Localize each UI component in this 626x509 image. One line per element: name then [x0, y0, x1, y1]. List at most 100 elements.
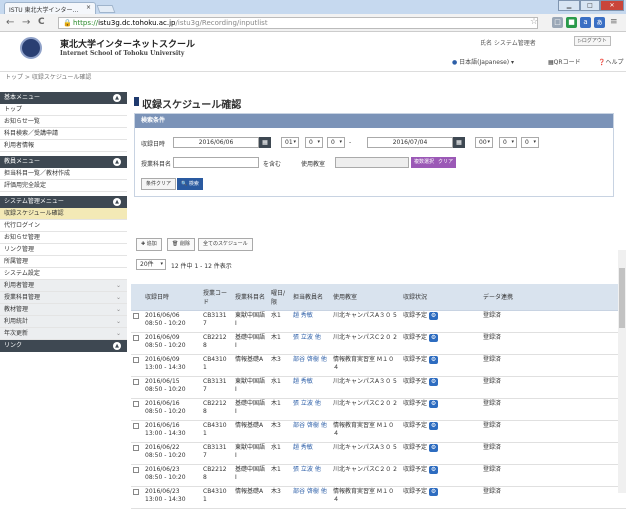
- sidebar-group-materials[interactable]: 教材管理 ⌄: [0, 304, 127, 316]
- gear-icon[interactable]: ⚙: [429, 399, 439, 408]
- gear-icon[interactable]: ⚙: [429, 487, 439, 496]
- collapse-icon[interactable]: ▲: [113, 198, 121, 206]
- sidebar-section-admin[interactable]: システム管理メニュー ▲: [0, 196, 127, 208]
- table-row[interactable]: 2016/06/15 08:50 - 10:20 CB3131 7 東獣中国語 I 水1…: [131, 376, 626, 399]
- language-selector[interactable]: ● 日本語(Japanese) ▾: [452, 57, 514, 66]
- delete-button[interactable]: 🗑 削除: [167, 238, 195, 251]
- sidebar-section-basic[interactable]: 基本メニュー ▲: [0, 92, 127, 104]
- sidebar-group-annual[interactable]: 年次更新 ⌄: [0, 328, 127, 340]
- date-to-input[interactable]: 2016/07/04: [367, 137, 453, 148]
- qr-code-link[interactable]: ▦QRコード: [548, 57, 581, 66]
- maximize-button[interactable]: □: [580, 0, 600, 11]
- all-schedule-button[interactable]: 全てのスケジュール: [198, 238, 253, 251]
- sidebar-group-users[interactable]: 利用者管理 ⌄: [0, 280, 127, 292]
- room-input[interactable]: [335, 157, 409, 168]
- sidebar-item-top[interactable]: トップ: [0, 104, 127, 116]
- col-status[interactable]: 収録状況: [401, 284, 481, 311]
- table-row[interactable]: 2016/06/22 08:50 - 10:20 CB3131 7 東獣中国語 I 水1…: [131, 442, 626, 465]
- sidebar-section-teacher[interactable]: 教員メニュー ▲: [0, 156, 127, 168]
- sidebar-group-stats[interactable]: 利用統計 ⌄: [0, 316, 127, 328]
- extension-green-icon[interactable]: ■: [566, 17, 577, 28]
- table-row[interactable]: 2016/06/09 13:00 - 14:30 CB4310 1 情報基礎A 木3 部谷…: [131, 354, 626, 377]
- table-row[interactable]: 2016/06/23 08:50 - 10:20 CB2212 8 基礎中国語 I 木1…: [131, 464, 626, 487]
- address-bar[interactable]: 🔒 https://istu3g.dc.tohoku.ac.jp/istu3g/…: [58, 17, 538, 29]
- forward-arrow-icon[interactable]: →: [22, 17, 30, 28]
- table-row[interactable]: 2016/06/06 08:50 - 10:20 CB3131 7 東獣中国語 I 水1…: [131, 310, 626, 333]
- sidebar-item-news[interactable]: お知らせ一覧: [0, 116, 127, 128]
- hour-to-select[interactable]: 00: [475, 137, 493, 148]
- row-checkbox[interactable]: [133, 334, 139, 341]
- add-button[interactable]: ✚ 追加: [136, 238, 162, 251]
- min-to-select-b[interactable]: 0: [521, 137, 539, 148]
- close-tab-icon[interactable]: ×: [86, 4, 91, 11]
- subject-input[interactable]: [173, 157, 259, 168]
- min-from-select-b[interactable]: 0: [327, 137, 345, 148]
- menu-icon[interactable]: ≡: [610, 17, 618, 28]
- sidebar-group-courses[interactable]: 授業科目管理 ⌄: [0, 292, 127, 304]
- collapse-icon[interactable]: ▲: [113, 158, 121, 166]
- row-checkbox[interactable]: [133, 488, 139, 495]
- breadcrumb[interactable]: トップ > 収録スケジュール確認: [5, 72, 91, 81]
- calendar-icon[interactable]: ▦: [453, 137, 465, 148]
- sidebar-item-course-search[interactable]: 科目検索／受講申請: [0, 128, 127, 140]
- sidebar-item-link-admin[interactable]: リンク管理: [0, 244, 127, 256]
- browser-tab[interactable]: ISTU 東北大学インター… ×: [4, 2, 96, 14]
- row-checkbox[interactable]: [133, 378, 139, 385]
- star-icon[interactable]: ☆: [530, 17, 538, 28]
- col-teacher[interactable]: 担当教員名: [291, 284, 331, 311]
- row-checkbox[interactable]: [133, 444, 139, 451]
- clear-conditions-button[interactable]: 条件クリア: [141, 178, 177, 190]
- per-page-select[interactable]: 20件: [136, 259, 166, 270]
- sidebar-item-recording-schedule[interactable]: 収録スケジュール確認: [0, 208, 127, 220]
- min-to-select-a[interactable]: 0: [499, 137, 517, 148]
- extension-blue-icon[interactable]: a: [580, 17, 591, 28]
- min-from-select-a[interactable]: 0: [305, 137, 323, 148]
- collapse-icon[interactable]: ▲: [113, 94, 121, 102]
- back-arrow-icon[interactable]: ←: [6, 17, 14, 28]
- clear-room-button[interactable]: クリア: [435, 157, 457, 168]
- row-checkbox[interactable]: [133, 356, 139, 363]
- sidebar-item-evaluation[interactable]: 評価用完全設定: [0, 180, 127, 192]
- sidebar-section-links[interactable]: リンク ▲: [0, 340, 127, 352]
- table-row[interactable]: 2016/06/16 13:00 - 14:30 CB4310 1 情報基礎A 木3 部谷…: [131, 420, 626, 443]
- extension-translate-icon[interactable]: ぁ: [594, 17, 605, 28]
- gear-icon[interactable]: ⚙: [429, 311, 439, 320]
- multi-select-button[interactable]: 複数選択: [411, 157, 438, 168]
- row-checkbox[interactable]: [133, 466, 139, 473]
- gear-icon[interactable]: ⚙: [429, 465, 439, 474]
- calendar-icon[interactable]: ▦: [259, 137, 271, 148]
- search-button[interactable]: 🔍 検索: [177, 178, 203, 190]
- close-window-button[interactable]: ✕: [600, 0, 624, 11]
- hour-from-select[interactable]: 01: [281, 137, 299, 148]
- table-row[interactable]: 2016/06/16 08:50 - 10:20 CB2212 8 基礎中国語 I 木1…: [131, 398, 626, 421]
- sidebar-item-news-admin[interactable]: お知らせ管理: [0, 232, 127, 244]
- table-row[interactable]: 2016/06/09 08:50 - 10:20 CB2212 8 基礎中国語 I 木1…: [131, 332, 626, 355]
- col-name[interactable]: 授業科目名: [233, 284, 269, 311]
- gear-icon[interactable]: ⚙: [429, 333, 439, 342]
- help-link[interactable]: ❓ヘルプ: [598, 57, 624, 66]
- sidebar-item-org-admin[interactable]: 所属管理: [0, 256, 127, 268]
- col-day[interactable]: 曜日/限: [269, 284, 291, 311]
- logout-button[interactable]: ▷ログアウト: [574, 36, 611, 46]
- new-tab-button[interactable]: [96, 5, 116, 13]
- row-checkbox[interactable]: [133, 422, 139, 429]
- extension-icon[interactable]: □: [552, 17, 563, 28]
- gear-icon[interactable]: ⚙: [429, 443, 439, 452]
- vertical-scrollbar[interactable]: [618, 250, 626, 493]
- reload-icon[interactable]: C: [38, 17, 45, 28]
- scrollbar-thumb[interactable]: [619, 268, 625, 328]
- col-sync[interactable]: データ連携: [481, 284, 626, 311]
- table-row[interactable]: 2016/06/23 13:00 - 14:30 CB4310 1 情報基礎A 木3 部谷…: [131, 486, 626, 509]
- sidebar-item-proxy-login[interactable]: 代行ログイン: [0, 220, 127, 232]
- sidebar-item-system-settings[interactable]: システム設定: [0, 268, 127, 280]
- row-checkbox[interactable]: [133, 400, 139, 407]
- gear-icon[interactable]: ⚙: [429, 355, 439, 364]
- sidebar-item-user-info[interactable]: 利用者情報: [0, 140, 127, 152]
- row-checkbox[interactable]: [133, 312, 139, 319]
- minimize-button[interactable]: ▁: [558, 0, 580, 11]
- col-code[interactable]: 授業コード: [201, 284, 233, 311]
- col-date[interactable]: 収録日時: [143, 284, 201, 311]
- col-room[interactable]: 使用教室: [331, 284, 401, 311]
- gear-icon[interactable]: ⚙: [429, 377, 439, 386]
- collapse-icon[interactable]: ▲: [113, 342, 121, 350]
